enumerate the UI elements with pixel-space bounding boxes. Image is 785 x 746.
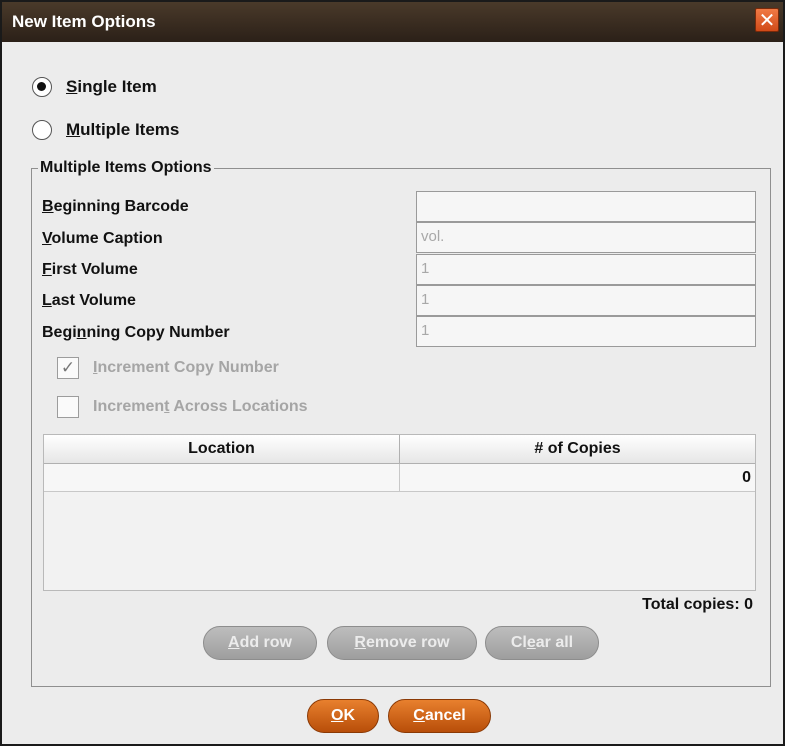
- last-volume-field[interactable]: 1: [416, 285, 756, 316]
- close-icon[interactable]: ✕: [755, 8, 779, 32]
- title-bar[interactable]: New Item Options ✕: [2, 2, 783, 42]
- single-item-radio[interactable]: Single Item: [32, 77, 157, 97]
- increment-across-locations-label: Increment Across Locations: [93, 398, 308, 415]
- ok-button[interactable]: OK: [307, 699, 379, 733]
- table-row[interactable]: 0: [44, 464, 755, 492]
- multiple-items-radio[interactable]: Multiple Items: [32, 120, 179, 140]
- beginning-barcode-label: Beginning Barcode: [42, 198, 189, 215]
- table-header: Location # of Copies: [44, 435, 755, 464]
- total-copies: Total copies: 0: [642, 596, 753, 613]
- beginning-copy-number-field[interactable]: 1: [416, 316, 756, 347]
- first-volume-label: First Volume: [42, 261, 138, 278]
- beginning-copy-number-label: Beginning Copy Number: [42, 324, 230, 341]
- increment-copy-number-label: Increment Copy Number: [93, 359, 279, 376]
- beginning-barcode-field[interactable]: [416, 191, 756, 222]
- remove-row-button[interactable]: Remove row: [327, 626, 477, 660]
- radio-selected-icon: [32, 77, 52, 97]
- column-header-location[interactable]: Location: [44, 435, 400, 463]
- first-volume-field[interactable]: 1: [416, 254, 756, 285]
- group-title: Multiple Items Options: [40, 159, 212, 176]
- location-cell[interactable]: [44, 464, 400, 491]
- cancel-button[interactable]: Cancel: [388, 699, 491, 733]
- check-icon: ✓: [57, 357, 79, 379]
- increment-across-locations-checkbox[interactable]: Increment Across Locations: [57, 396, 308, 418]
- new-item-options-dialog: New Item Options ✕ Single Item Multiple …: [0, 0, 785, 746]
- locations-table[interactable]: Location # of Copies 0: [43, 434, 756, 591]
- add-row-button[interactable]: Add row: [203, 626, 317, 660]
- single-item-label: Single Item: [66, 77, 157, 96]
- column-header-copies[interactable]: # of Copies: [400, 435, 755, 463]
- volume-caption-field[interactable]: vol.: [416, 222, 756, 253]
- multiple-items-label: Multiple Items: [66, 120, 180, 139]
- volume-caption-label: Volume Caption: [42, 230, 163, 247]
- clear-all-button[interactable]: Cl e ar all: [485, 626, 599, 660]
- last-volume-label: Last Volume: [42, 292, 136, 309]
- dialog-title: New Item Options: [12, 12, 156, 31]
- increment-copy-number-checkbox[interactable]: ✓ Increment Copy Number: [57, 357, 279, 379]
- empty-checkbox-icon: [57, 396, 79, 418]
- radio-unselected-icon: [32, 120, 52, 140]
- copies-cell[interactable]: 0: [400, 464, 755, 491]
